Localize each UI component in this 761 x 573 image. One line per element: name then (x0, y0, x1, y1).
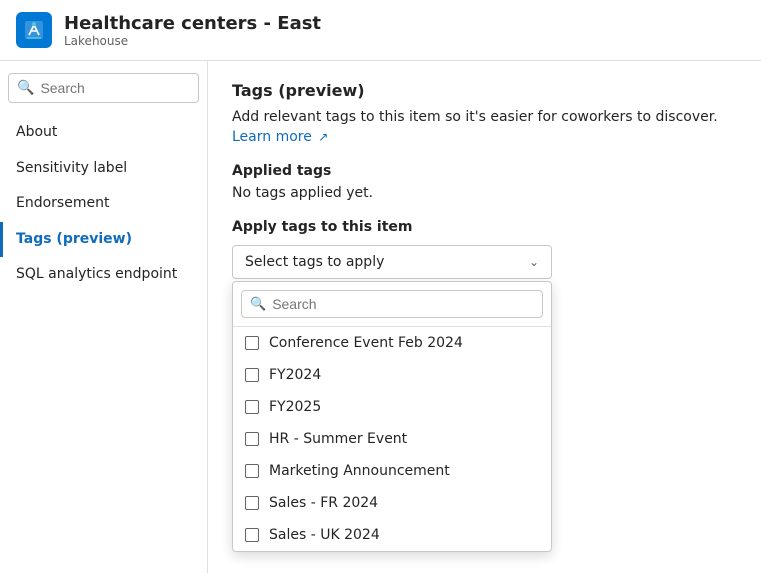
sidebar-item-sensitivity-label[interactable]: Sensitivity label (0, 151, 207, 187)
section-title: Tags (preview) (232, 81, 737, 100)
dropdown-item-fy2025[interactable]: FY2025 (233, 391, 551, 423)
sidebar-search-icon: 🔍 (17, 80, 34, 96)
main-content: Tags (preview) Add relevant tags to this… (208, 61, 761, 573)
learn-more-link[interactable]: Learn more (232, 129, 312, 145)
apply-tags-label: Apply tags to this item (232, 219, 737, 235)
tag-label-sales-fr: Sales - FR 2024 (269, 495, 378, 511)
dropdown-item-conference-event[interactable]: Conference Event Feb 2024 (233, 327, 551, 359)
tag-label-conference-event: Conference Event Feb 2024 (269, 335, 463, 351)
checkbox-fy2024[interactable] (245, 368, 259, 382)
sidebar-nav: AboutSensitivity labelEndorsementTags (p… (0, 115, 207, 293)
sidebar-item-about[interactable]: About (0, 115, 207, 151)
app-icon (16, 12, 52, 48)
dropdown-item-hr-summer[interactable]: HR - Summer Event (233, 423, 551, 455)
app-header: Healthcare centers - East Lakehouse (0, 0, 761, 61)
dropdown-items-list: Conference Event Feb 2024 FY2024 FY2025 HR … (233, 327, 551, 551)
dropdown-search-input[interactable] (272, 296, 534, 312)
sidebar-item-sql-analytics-endpoint[interactable]: SQL analytics endpoint (0, 257, 207, 293)
section-description: Add relevant tags to this item so it's e… (232, 108, 737, 147)
sidebar-item-endorsement[interactable]: Endorsement (0, 186, 207, 222)
sidebar-search-input[interactable] (40, 80, 190, 96)
checkbox-conference-event[interactable] (245, 336, 259, 350)
checkbox-hr-summer[interactable] (245, 432, 259, 446)
dropdown-placeholder-text: Select tags to apply (245, 254, 384, 270)
sidebar: 🔍 AboutSensitivity labelEndorsementTags … (0, 61, 208, 573)
tag-label-fy2025: FY2025 (269, 399, 321, 415)
checkbox-marketing[interactable] (245, 464, 259, 478)
tags-dropdown-panel: 🔍 Conference Event Feb 2024 FY2024 FY2025 H… (232, 281, 552, 552)
dropdown-item-sales-uk[interactable]: Sales - UK 2024 (233, 519, 551, 551)
sidebar-item-tags-preview[interactable]: Tags (preview) (0, 222, 207, 258)
tags-dropdown-trigger[interactable]: Select tags to apply ⌄ (232, 245, 552, 279)
header-text: Healthcare centers - East Lakehouse (64, 13, 321, 48)
checkbox-sales-fr[interactable] (245, 496, 259, 510)
dropdown-item-marketing[interactable]: Marketing Announcement (233, 455, 551, 487)
checkbox-sales-uk[interactable] (245, 528, 259, 542)
dropdown-search-box[interactable]: 🔍 (241, 290, 543, 318)
no-tags-text: No tags applied yet. (232, 185, 737, 201)
dropdown-search-area: 🔍 (233, 282, 551, 327)
chevron-down-icon: ⌄ (529, 255, 539, 269)
applied-tags-label: Applied tags (232, 163, 737, 179)
tag-label-sales-uk: Sales - UK 2024 (269, 527, 380, 543)
external-link-icon: ↗ (318, 129, 328, 146)
tag-label-fy2024: FY2024 (269, 367, 321, 383)
tag-label-marketing: Marketing Announcement (269, 463, 450, 479)
tags-dropdown-container: Select tags to apply ⌄ 🔍 Conference Even… (232, 245, 552, 279)
page-title: Healthcare centers - East (64, 13, 321, 34)
dropdown-item-fy2024[interactable]: FY2024 (233, 359, 551, 391)
dropdown-item-sales-fr[interactable]: Sales - FR 2024 (233, 487, 551, 519)
sidebar-search-box[interactable]: 🔍 (8, 73, 199, 103)
dropdown-search-icon: 🔍 (250, 297, 266, 312)
checkbox-fy2025[interactable] (245, 400, 259, 414)
page-subtitle: Lakehouse (64, 34, 321, 48)
tag-label-hr-summer: HR - Summer Event (269, 431, 407, 447)
